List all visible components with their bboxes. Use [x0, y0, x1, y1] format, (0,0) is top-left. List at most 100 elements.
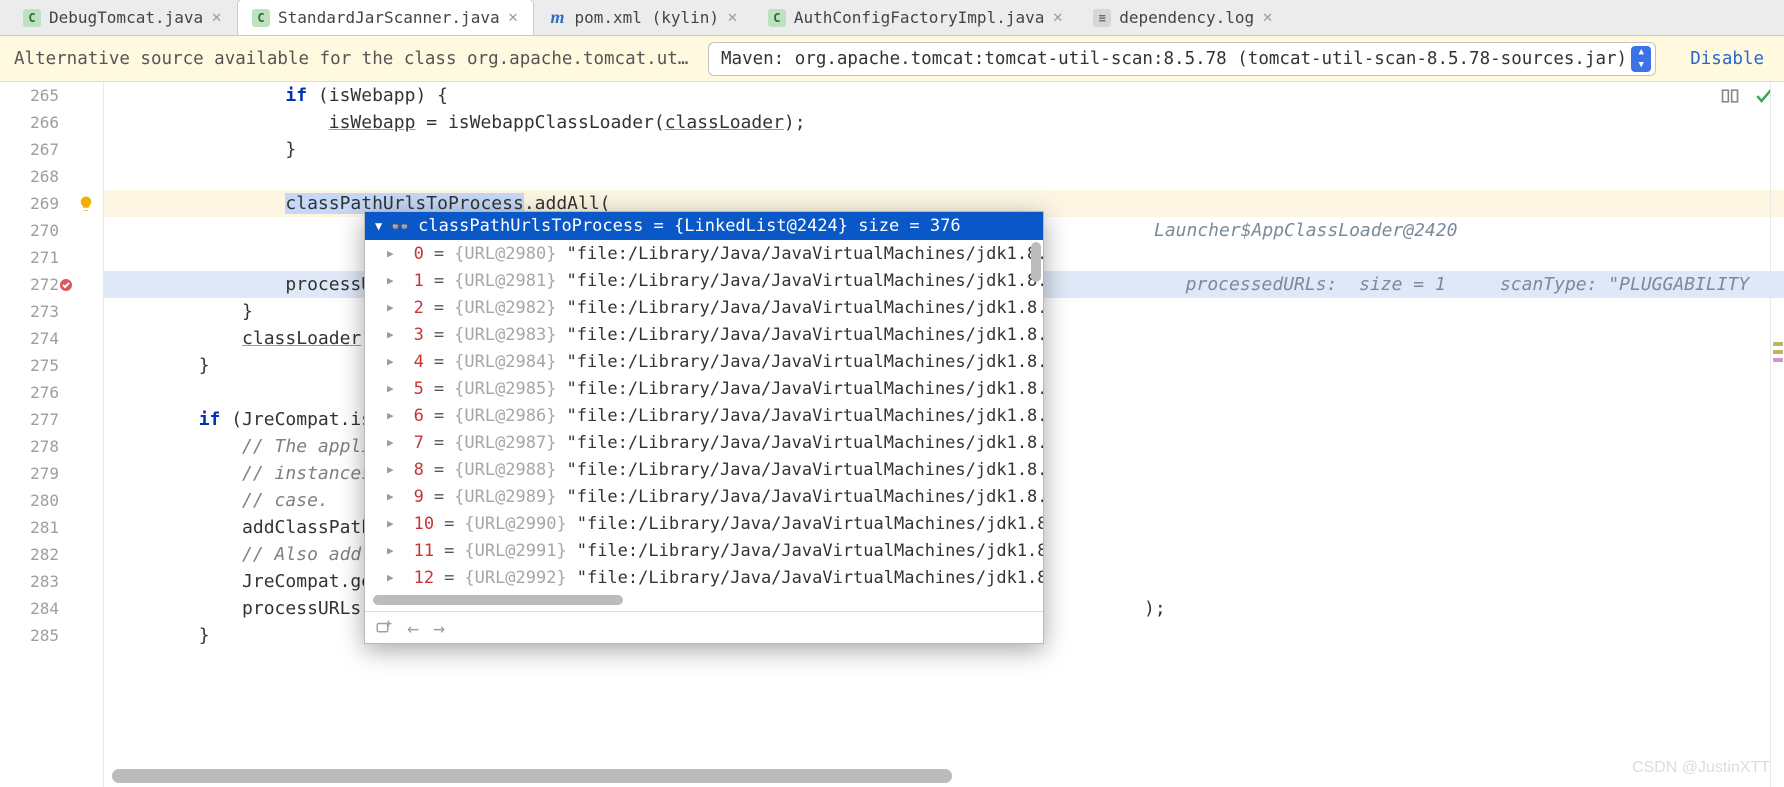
debug-value-text: "file:/Library/Java/JavaVirtualMachines/…: [566, 460, 1043, 480]
gutter-line[interactable]: 269: [0, 190, 103, 217]
gutter-line[interactable]: 279: [0, 460, 103, 487]
debug-popup-body[interactable]: ▶0={URL@2980}"file:/Library/Java/JavaVir…: [365, 240, 1043, 591]
gutter-line[interactable]: 282: [0, 541, 103, 568]
gutter-line[interactable]: 278: [0, 433, 103, 460]
expand-icon[interactable]: ▶: [387, 409, 394, 422]
collapse-icon[interactable]: ▼: [375, 219, 382, 233]
code-line[interactable]: isWebapp = isWebappClassLoader(classLoad…: [104, 109, 1784, 136]
notification-message: Alternative source available for the cla…: [14, 49, 694, 69]
debug-value-text: "file:/Library/Java/JavaVirtualMachines/…: [566, 271, 1043, 291]
popup-vertical-scrollbar[interactable]: [1031, 242, 1041, 282]
watermark-text: CSDN @JustinXTT: [1632, 759, 1770, 777]
gutter-line[interactable]: 284: [0, 595, 103, 622]
gutter-line[interactable]: 271: [0, 244, 103, 271]
close-icon[interactable]: ✕: [211, 10, 222, 26]
gutter-line[interactable]: 285: [0, 622, 103, 649]
alternative-source-notification: Alternative source available for the cla…: [0, 36, 1784, 82]
debug-value-row[interactable]: ▶2={URL@2982}"file:/Library/Java/JavaVir…: [365, 294, 1043, 321]
expand-icon[interactable]: ▶: [387, 274, 394, 287]
scrollbar-thumb[interactable]: [112, 769, 952, 783]
gutter-line[interactable]: 275: [0, 352, 103, 379]
debug-value-text: "file:/Library/Java/JavaVirtualMachines/…: [577, 541, 1043, 561]
gutter-line[interactable]: 277: [0, 406, 103, 433]
close-icon[interactable]: ✕: [727, 10, 738, 26]
gutter-line[interactable]: 283: [0, 568, 103, 595]
disable-link[interactable]: Disable: [1690, 49, 1764, 69]
debug-value-text: "file:/Library/Java/JavaVirtualMachines/…: [566, 406, 1043, 426]
expand-icon[interactable]: ▶: [387, 517, 394, 530]
reader-mode-icon[interactable]: [1720, 86, 1740, 106]
debug-value-text: "file:/Library/Java/JavaVirtualMachines/…: [566, 325, 1043, 345]
expand-icon[interactable]: ▶: [387, 301, 394, 314]
debug-value-row[interactable]: ▶0={URL@2980}"file:/Library/Java/JavaVir…: [365, 240, 1043, 267]
close-icon[interactable]: ✕: [508, 10, 519, 26]
gutter-line[interactable]: 280: [0, 487, 103, 514]
gutter-line[interactable]: 270: [0, 217, 103, 244]
source-select[interactable]: Maven: org.apache.tomcat:tomcat-util-sca…: [708, 42, 1656, 76]
editor-tab[interactable]: CAuthConfigFactoryImpl.java✕: [753, 0, 1078, 35]
debug-index: 6: [414, 406, 424, 426]
debug-popup-header[interactable]: ▼ 👓 classPathUrlsToProcess = {LinkedList…: [365, 212, 1043, 240]
gutter-line[interactable]: 281: [0, 514, 103, 541]
gutter-line[interactable]: 267: [0, 136, 103, 163]
debug-index: 2: [414, 298, 424, 318]
debug-value-row[interactable]: ▶8={URL@2988}"file:/Library/Java/JavaVir…: [365, 456, 1043, 483]
debug-value-popup[interactable]: ▼ 👓 classPathUrlsToProcess = {LinkedList…: [364, 211, 1044, 644]
editor-top-right-toolbar: [1720, 86, 1774, 106]
expand-icon[interactable]: ▶: [387, 247, 394, 260]
close-icon[interactable]: ✕: [1052, 10, 1063, 26]
debug-value-row[interactable]: ▶3={URL@2983}"file:/Library/Java/JavaVir…: [365, 321, 1043, 348]
expand-icon[interactable]: ▶: [387, 328, 394, 341]
editor-gutter[interactable]: 2652662672682692702712722732742752762772…: [0, 82, 104, 787]
breakpoint-icon[interactable]: [53, 272, 79, 298]
editor-marker-strip[interactable]: [1770, 82, 1784, 787]
editor-tab-bar: CDebugTomcat.java✕CStandardJarScanner.ja…: [0, 0, 1784, 36]
expand-icon[interactable]: ▶: [387, 355, 394, 368]
java-file-icon: C: [252, 9, 270, 27]
debug-type: {URL@2980}: [454, 244, 556, 264]
editor-tab[interactable]: CStandardJarScanner.java✕: [237, 0, 533, 35]
expand-icon[interactable]: ▶: [387, 571, 394, 584]
debug-value-row[interactable]: ▶11={URL@2991}"file:/Library/Java/JavaVi…: [365, 537, 1043, 564]
nav-forward-icon[interactable]: →: [433, 616, 445, 640]
debug-index: 9: [414, 487, 424, 507]
debug-index: 0: [414, 244, 424, 264]
debug-value-row[interactable]: ▶4={URL@2984}"file:/Library/Java/JavaVir…: [365, 348, 1043, 375]
popup-horizontal-scrollbar[interactable]: [373, 595, 623, 605]
debug-index: 3: [414, 325, 424, 345]
editor-horizontal-scrollbar[interactable]: [112, 769, 1772, 783]
code-line[interactable]: }: [104, 136, 1784, 163]
debug-type: {URL@2982}: [454, 298, 556, 318]
debug-value-text: "file:/Library/Java/JavaVirtualMachines/…: [566, 487, 1043, 507]
debug-value-row[interactable]: ▶5={URL@2985}"file:/Library/Java/JavaVir…: [365, 375, 1043, 402]
editor-tab[interactable]: CDebugTomcat.java✕: [8, 0, 237, 35]
gutter-line[interactable]: 272: [0, 271, 103, 298]
expand-icon[interactable]: ▶: [387, 382, 394, 395]
editor-tab[interactable]: mpom.xml (kylin)✕: [534, 0, 753, 35]
select-stepper-icon[interactable]: ▲▼: [1631, 46, 1651, 72]
debug-value-row[interactable]: ▶7={URL@2987}"file:/Library/Java/JavaVir…: [365, 429, 1043, 456]
expand-icon[interactable]: ▶: [387, 436, 394, 449]
debug-type: {URL@2983}: [454, 325, 556, 345]
debug-value-row[interactable]: ▶1={URL@2981}"file:/Library/Java/JavaVir…: [365, 267, 1043, 294]
gutter-line[interactable]: 265: [0, 82, 103, 109]
code-line[interactable]: [104, 163, 1784, 190]
debug-value-row[interactable]: ▶10={URL@2990}"file:/Library/Java/JavaVi…: [365, 510, 1043, 537]
new-watch-icon[interactable]: [375, 619, 393, 637]
nav-back-icon[interactable]: ←: [407, 616, 419, 640]
gutter-line[interactable]: 266: [0, 109, 103, 136]
intention-bulb-icon[interactable]: [73, 191, 99, 217]
editor-tab[interactable]: ≡dependency.log✕: [1078, 0, 1288, 35]
expand-icon[interactable]: ▶: [387, 490, 394, 503]
gutter-line[interactable]: 276: [0, 379, 103, 406]
expand-icon[interactable]: ▶: [387, 463, 394, 476]
debug-value-row[interactable]: ▶12={URL@2992}"file:/Library/Java/JavaVi…: [365, 564, 1043, 591]
gutter-line[interactable]: 268: [0, 163, 103, 190]
debug-value-row[interactable]: ▶9={URL@2989}"file:/Library/Java/JavaVir…: [365, 483, 1043, 510]
gutter-line[interactable]: 274: [0, 325, 103, 352]
close-icon[interactable]: ✕: [1262, 10, 1273, 26]
code-line[interactable]: if (isWebapp) {: [104, 82, 1784, 109]
expand-icon[interactable]: ▶: [387, 544, 394, 557]
gutter-line[interactable]: 273: [0, 298, 103, 325]
debug-value-row[interactable]: ▶6={URL@2986}"file:/Library/Java/JavaVir…: [365, 402, 1043, 429]
